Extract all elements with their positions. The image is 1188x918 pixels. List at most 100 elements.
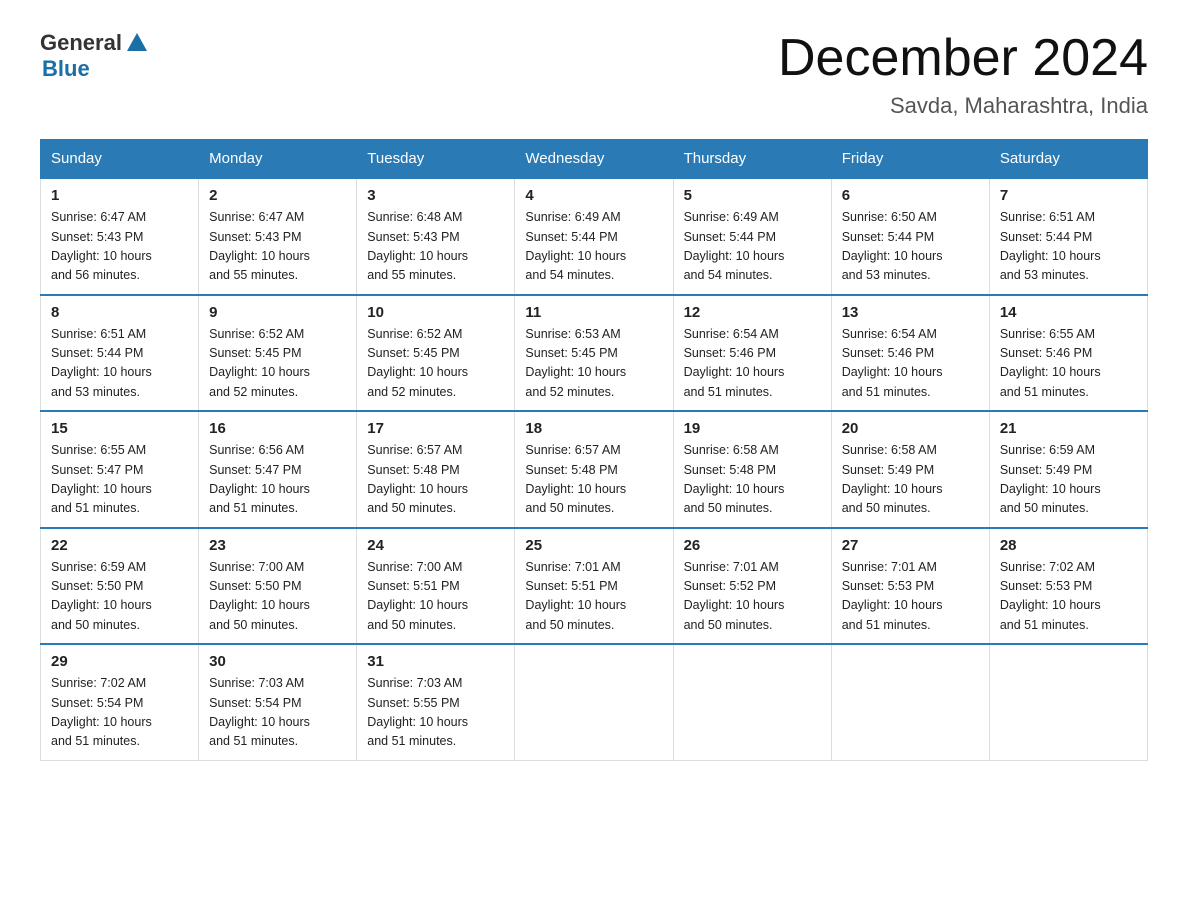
day-info: Sunrise: 6:58 AMSunset: 5:48 PMDaylight:… xyxy=(684,443,785,515)
day-info: Sunrise: 7:01 AMSunset: 5:51 PMDaylight:… xyxy=(525,560,626,632)
day-info: Sunrise: 6:59 AMSunset: 5:50 PMDaylight:… xyxy=(51,560,152,632)
day-of-week-header: Friday xyxy=(831,140,989,179)
logo-blue-text: Blue xyxy=(42,56,90,82)
day-info: Sunrise: 7:03 AMSunset: 5:55 PMDaylight:… xyxy=(367,676,468,748)
calendar-cell: 19 Sunrise: 6:58 AMSunset: 5:48 PMDaylig… xyxy=(673,411,831,528)
calendar-cell: 16 Sunrise: 6:56 AMSunset: 5:47 PMDaylig… xyxy=(199,411,357,528)
page-header: General Blue December 2024 Savda, Mahara… xyxy=(40,30,1148,119)
calendar-cell: 27 Sunrise: 7:01 AMSunset: 5:53 PMDaylig… xyxy=(831,528,989,645)
day-number: 10 xyxy=(367,304,504,321)
day-of-week-header: Tuesday xyxy=(357,140,515,179)
day-info: Sunrise: 7:02 AMSunset: 5:53 PMDaylight:… xyxy=(1000,560,1101,632)
day-number: 6 xyxy=(842,187,979,204)
calendar-cell: 23 Sunrise: 7:00 AMSunset: 5:50 PMDaylig… xyxy=(199,528,357,645)
calendar-cell: 29 Sunrise: 7:02 AMSunset: 5:54 PMDaylig… xyxy=(41,644,199,760)
calendar-cell: 6 Sunrise: 6:50 AMSunset: 5:44 PMDayligh… xyxy=(831,178,989,295)
main-title: December 2024 xyxy=(778,30,1148,87)
day-number: 15 xyxy=(51,420,188,437)
day-info: Sunrise: 7:02 AMSunset: 5:54 PMDaylight:… xyxy=(51,676,152,748)
day-of-week-header: Monday xyxy=(199,140,357,179)
day-info: Sunrise: 6:53 AMSunset: 5:45 PMDaylight:… xyxy=(525,327,626,399)
day-info: Sunrise: 7:03 AMSunset: 5:54 PMDaylight:… xyxy=(209,676,310,748)
logo-triangle-icon xyxy=(127,33,147,51)
day-number: 28 xyxy=(1000,537,1137,554)
calendar-cell: 25 Sunrise: 7:01 AMSunset: 5:51 PMDaylig… xyxy=(515,528,673,645)
day-number: 22 xyxy=(51,537,188,554)
calendar-cell: 7 Sunrise: 6:51 AMSunset: 5:44 PMDayligh… xyxy=(989,178,1147,295)
calendar-cell: 24 Sunrise: 7:00 AMSunset: 5:51 PMDaylig… xyxy=(357,528,515,645)
calendar-cell: 28 Sunrise: 7:02 AMSunset: 5:53 PMDaylig… xyxy=(989,528,1147,645)
calendar-cell: 4 Sunrise: 6:49 AMSunset: 5:44 PMDayligh… xyxy=(515,178,673,295)
calendar-cell: 14 Sunrise: 6:55 AMSunset: 5:46 PMDaylig… xyxy=(989,295,1147,412)
calendar-cell: 17 Sunrise: 6:57 AMSunset: 5:48 PMDaylig… xyxy=(357,411,515,528)
calendar-cell xyxy=(989,644,1147,760)
calendar-cell xyxy=(673,644,831,760)
day-of-week-header: Thursday xyxy=(673,140,831,179)
calendar-header-row: SundayMondayTuesdayWednesdayThursdayFrid… xyxy=(41,140,1148,179)
day-info: Sunrise: 7:01 AMSunset: 5:52 PMDaylight:… xyxy=(684,560,785,632)
day-of-week-header: Saturday xyxy=(989,140,1147,179)
day-info: Sunrise: 6:50 AMSunset: 5:44 PMDaylight:… xyxy=(842,210,943,282)
day-number: 26 xyxy=(684,537,821,554)
calendar-cell: 10 Sunrise: 6:52 AMSunset: 5:45 PMDaylig… xyxy=(357,295,515,412)
calendar-cell: 30 Sunrise: 7:03 AMSunset: 5:54 PMDaylig… xyxy=(199,644,357,760)
day-info: Sunrise: 6:54 AMSunset: 5:46 PMDaylight:… xyxy=(684,327,785,399)
calendar-cell: 15 Sunrise: 6:55 AMSunset: 5:47 PMDaylig… xyxy=(41,411,199,528)
day-number: 16 xyxy=(209,420,346,437)
day-number: 29 xyxy=(51,653,188,670)
calendar-week-row: 1 Sunrise: 6:47 AMSunset: 5:43 PMDayligh… xyxy=(41,178,1148,295)
day-number: 30 xyxy=(209,653,346,670)
logo-general-text: General xyxy=(40,30,122,56)
calendar-cell: 13 Sunrise: 6:54 AMSunset: 5:46 PMDaylig… xyxy=(831,295,989,412)
day-info: Sunrise: 7:00 AMSunset: 5:51 PMDaylight:… xyxy=(367,560,468,632)
day-info: Sunrise: 6:59 AMSunset: 5:49 PMDaylight:… xyxy=(1000,443,1101,515)
day-number: 20 xyxy=(842,420,979,437)
logo: General Blue xyxy=(40,30,147,82)
calendar-week-row: 8 Sunrise: 6:51 AMSunset: 5:44 PMDayligh… xyxy=(41,295,1148,412)
calendar-cell: 8 Sunrise: 6:51 AMSunset: 5:44 PMDayligh… xyxy=(41,295,199,412)
day-info: Sunrise: 6:57 AMSunset: 5:48 PMDaylight:… xyxy=(367,443,468,515)
day-number: 27 xyxy=(842,537,979,554)
day-info: Sunrise: 7:00 AMSunset: 5:50 PMDaylight:… xyxy=(209,560,310,632)
day-number: 18 xyxy=(525,420,662,437)
calendar-cell: 31 Sunrise: 7:03 AMSunset: 5:55 PMDaylig… xyxy=(357,644,515,760)
calendar-week-row: 15 Sunrise: 6:55 AMSunset: 5:47 PMDaylig… xyxy=(41,411,1148,528)
day-number: 17 xyxy=(367,420,504,437)
day-number: 23 xyxy=(209,537,346,554)
day-info: Sunrise: 6:49 AMSunset: 5:44 PMDaylight:… xyxy=(684,210,785,282)
day-number: 2 xyxy=(209,187,346,204)
calendar-cell: 11 Sunrise: 6:53 AMSunset: 5:45 PMDaylig… xyxy=(515,295,673,412)
day-info: Sunrise: 6:47 AMSunset: 5:43 PMDaylight:… xyxy=(209,210,310,282)
day-info: Sunrise: 6:56 AMSunset: 5:47 PMDaylight:… xyxy=(209,443,310,515)
calendar-cell: 5 Sunrise: 6:49 AMSunset: 5:44 PMDayligh… xyxy=(673,178,831,295)
calendar-cell: 1 Sunrise: 6:47 AMSunset: 5:43 PMDayligh… xyxy=(41,178,199,295)
calendar-cell: 12 Sunrise: 6:54 AMSunset: 5:46 PMDaylig… xyxy=(673,295,831,412)
day-number: 7 xyxy=(1000,187,1137,204)
day-number: 21 xyxy=(1000,420,1137,437)
day-number: 13 xyxy=(842,304,979,321)
day-info: Sunrise: 6:52 AMSunset: 5:45 PMDaylight:… xyxy=(367,327,468,399)
day-number: 4 xyxy=(525,187,662,204)
day-info: Sunrise: 6:49 AMSunset: 5:44 PMDaylight:… xyxy=(525,210,626,282)
day-number: 19 xyxy=(684,420,821,437)
day-info: Sunrise: 6:47 AMSunset: 5:43 PMDaylight:… xyxy=(51,210,152,282)
calendar-table: SundayMondayTuesdayWednesdayThursdayFrid… xyxy=(40,139,1148,761)
day-info: Sunrise: 6:54 AMSunset: 5:46 PMDaylight:… xyxy=(842,327,943,399)
day-info: Sunrise: 6:51 AMSunset: 5:44 PMDaylight:… xyxy=(1000,210,1101,282)
day-number: 31 xyxy=(367,653,504,670)
calendar-cell: 26 Sunrise: 7:01 AMSunset: 5:52 PMDaylig… xyxy=(673,528,831,645)
day-info: Sunrise: 7:01 AMSunset: 5:53 PMDaylight:… xyxy=(842,560,943,632)
day-info: Sunrise: 6:52 AMSunset: 5:45 PMDaylight:… xyxy=(209,327,310,399)
calendar-cell: 22 Sunrise: 6:59 AMSunset: 5:50 PMDaylig… xyxy=(41,528,199,645)
title-block: December 2024 Savda, Maharashtra, India xyxy=(778,30,1148,119)
calendar-cell xyxy=(515,644,673,760)
day-number: 8 xyxy=(51,304,188,321)
day-number: 1 xyxy=(51,187,188,204)
day-of-week-header: Sunday xyxy=(41,140,199,179)
day-info: Sunrise: 6:57 AMSunset: 5:48 PMDaylight:… xyxy=(525,443,626,515)
day-info: Sunrise: 6:58 AMSunset: 5:49 PMDaylight:… xyxy=(842,443,943,515)
calendar-cell: 18 Sunrise: 6:57 AMSunset: 5:48 PMDaylig… xyxy=(515,411,673,528)
day-number: 12 xyxy=(684,304,821,321)
day-info: Sunrise: 6:48 AMSunset: 5:43 PMDaylight:… xyxy=(367,210,468,282)
day-of-week-header: Wednesday xyxy=(515,140,673,179)
